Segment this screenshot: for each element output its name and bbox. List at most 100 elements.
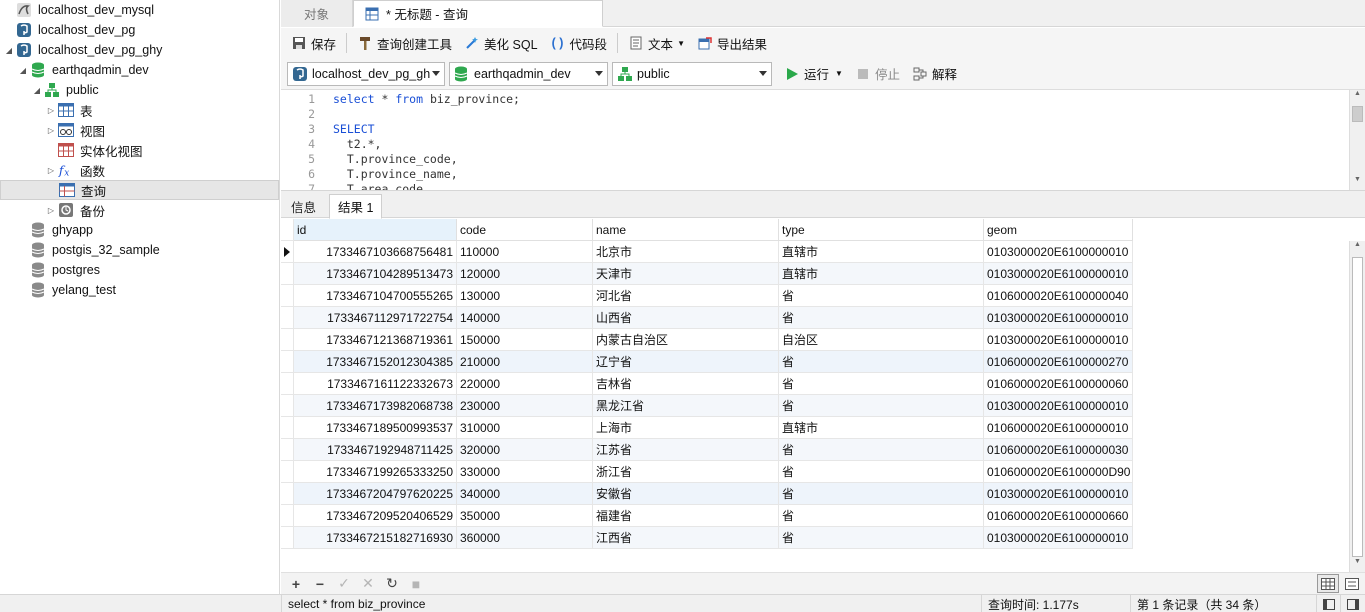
table-cell[interactable]: 320000: [457, 439, 593, 461]
tree-node[interactable]: ◢ earthqadmin_dev: [0, 60, 279, 80]
stop-button[interactable]: 停止: [851, 62, 904, 86]
table-cell[interactable]: 0103000020E6100000010: [984, 483, 1133, 505]
table-cell[interactable]: 1733467152012304385: [294, 351, 457, 373]
expanded-arrow-icon[interactable]: ◢: [4, 40, 14, 60]
table-cell[interactable]: 内蒙古自治区: [593, 329, 779, 351]
schema-select[interactable]: public: [612, 61, 772, 86]
expanded-arrow-icon[interactable]: ◢: [18, 60, 28, 80]
table-row[interactable]: 1733467189500993537 310000 上海市 直辖市 010600002…: [281, 417, 1133, 439]
refresh-button[interactable]: ↻: [383, 575, 401, 593]
table-row[interactable]: 1733467161122332673 220000 吉林省省 0106000020E…: [281, 373, 1133, 395]
save-button[interactable]: 保存: [287, 31, 340, 55]
row-selector[interactable]: [281, 417, 294, 439]
connection-select[interactable]: localhost_dev_pg_gh: [287, 61, 445, 86]
table-cell[interactable]: 吉林省: [593, 373, 779, 395]
table-cell[interactable]: 1733467112971722754: [294, 307, 457, 329]
table-cell[interactable]: 0103000020E6100000010: [984, 527, 1133, 549]
sql-editor[interactable]: ▲ ▼ 1 select * from biz_province; 2 3 SELECT…: [281, 89, 1365, 190]
row-selector[interactable]: [281, 373, 294, 395]
table-row[interactable]: 1733467199265333250 330000 浙江省省 0106000020E…: [281, 461, 1133, 483]
column-header[interactable]: type: [779, 219, 984, 241]
table-row[interactable]: 1733467112971722754 140000 山西省省 0103000020E…: [281, 307, 1133, 329]
table-cell[interactable]: 110000: [457, 241, 593, 263]
table-cell[interactable]: 0106000020E6100000D90: [984, 461, 1133, 483]
table-row[interactable]: 1733467173982068738 230000 黑龙江省省 0103000020…: [281, 395, 1133, 417]
table-cell[interactable]: 0106000020E6100000010: [984, 417, 1133, 439]
collapsed-arrow-icon[interactable]: ▷: [46, 200, 56, 220]
tab-result-1[interactable]: 结果 1: [329, 194, 383, 219]
row-selector[interactable]: [281, 285, 294, 307]
table-cell[interactable]: 140000: [457, 307, 593, 329]
table-cell[interactable]: 安徽省: [593, 483, 779, 505]
tree-node[interactable]: yelang_test: [0, 280, 279, 300]
chevron-down-icon[interactable]: ▼: [1350, 176, 1365, 190]
grid-view-button[interactable]: [1317, 574, 1339, 593]
table-cell[interactable]: 1733467204797620225: [294, 483, 457, 505]
add-row-button[interactable]: +: [287, 575, 305, 593]
editor-scrollbar[interactable]: ▲ ▼: [1349, 90, 1365, 190]
tree-node[interactable]: ▷ f x 函数: [0, 160, 279, 180]
row-selector[interactable]: [281, 351, 294, 373]
table-cell[interactable]: 1733467161122332673: [294, 373, 457, 395]
row-selector[interactable]: [281, 505, 294, 527]
table-cell[interactable]: 福建省: [593, 505, 779, 527]
table-cell[interactable]: 0106000020E6100000270: [984, 351, 1133, 373]
delete-row-button[interactable]: −: [311, 575, 329, 593]
toggle-right-panel-button[interactable]: [1340, 595, 1365, 612]
run-button[interactable]: 运行 ▼: [780, 62, 847, 86]
grid-scrollbar[interactable]: ▲ ▼: [1349, 241, 1365, 572]
query-builder-button[interactable]: 查询创建工具: [353, 31, 456, 55]
table-cell[interactable]: 220000: [457, 373, 593, 395]
toggle-left-panel-button[interactable]: [1316, 595, 1340, 612]
chevron-up-icon[interactable]: ▲: [1350, 90, 1365, 104]
table-cell[interactable]: 0106000020E6100000060: [984, 373, 1133, 395]
table-row[interactable]: 1733467209520406529 350000 福建省省 0106000020E…: [281, 505, 1133, 527]
discard-button[interactable]: ✕: [359, 575, 377, 593]
table-cell[interactable]: 省: [779, 461, 984, 483]
table-row[interactable]: 1733467204797620225 340000 安徽省省 0103000020E…: [281, 483, 1133, 505]
table-cell[interactable]: 310000: [457, 417, 593, 439]
tree-node[interactable]: ◢ localhost_dev_pg_ghy: [0, 40, 279, 60]
table-cell[interactable]: 1733467192948711425: [294, 439, 457, 461]
table-cell[interactable]: 省: [779, 285, 984, 307]
apply-button[interactable]: ✓: [335, 575, 353, 593]
table-cell[interactable]: 360000: [457, 527, 593, 549]
table-cell[interactable]: 1733467215182716930: [294, 527, 457, 549]
table-cell[interactable]: 上海市: [593, 417, 779, 439]
table-row[interactable]: 1733467103668756481 110000 北京市 直辖市 010300002…: [281, 241, 1133, 263]
table-cell[interactable]: 0103000020E6100000010: [984, 241, 1133, 263]
table-cell[interactable]: 0103000020E6100000010: [984, 329, 1133, 351]
tree-node[interactable]: 实体化视图: [0, 140, 279, 160]
scroll-thumb[interactable]: [1352, 106, 1363, 122]
row-selector[interactable]: [281, 461, 294, 483]
table-cell[interactable]: 0106000020E6100000040: [984, 285, 1133, 307]
table-cell[interactable]: 130000: [457, 285, 593, 307]
row-selector[interactable]: [281, 307, 294, 329]
table-cell[interactable]: 省: [779, 307, 984, 329]
tree-node[interactable]: localhost_dev_pg: [0, 20, 279, 40]
table-cell[interactable]: 0106000020E6100000030: [984, 439, 1133, 461]
table-row[interactable]: 1733467192948711425 320000 江苏省省 0106000020E…: [281, 439, 1133, 461]
table-cell[interactable]: 150000: [457, 329, 593, 351]
table-cell[interactable]: 1733467104700555265: [294, 285, 457, 307]
table-cell[interactable]: 自治区: [779, 329, 984, 351]
table-cell[interactable]: 省: [779, 483, 984, 505]
tree-node[interactable]: ▷ 表: [0, 100, 279, 120]
tree-node[interactable]: postgres: [0, 260, 279, 280]
row-selector[interactable]: [281, 439, 294, 461]
table-cell[interactable]: 0103000020E6100000010: [984, 395, 1133, 417]
export-results-button[interactable]: 导出结果: [693, 31, 771, 55]
table-cell[interactable]: 1733467121368719361: [294, 329, 457, 351]
table-cell[interactable]: 河北省: [593, 285, 779, 307]
current-row-marker-icon[interactable]: [281, 241, 294, 263]
tab-objects[interactable]: 对象: [281, 0, 353, 27]
tree-node[interactable]: ◢ public: [0, 80, 279, 100]
table-cell[interactable]: 1733467173982068738: [294, 395, 457, 417]
table-cell[interactable]: 直辖市: [779, 417, 984, 439]
table-cell[interactable]: 0106000020E6100000660: [984, 505, 1133, 527]
table-cell[interactable]: 350000: [457, 505, 593, 527]
scroll-thumb[interactable]: [1352, 257, 1363, 557]
tree-node[interactable]: ▷ 视图: [0, 120, 279, 140]
table-cell[interactable]: 1733467103668756481: [294, 241, 457, 263]
beautify-sql-button[interactable]: 美化 SQL: [460, 31, 542, 55]
